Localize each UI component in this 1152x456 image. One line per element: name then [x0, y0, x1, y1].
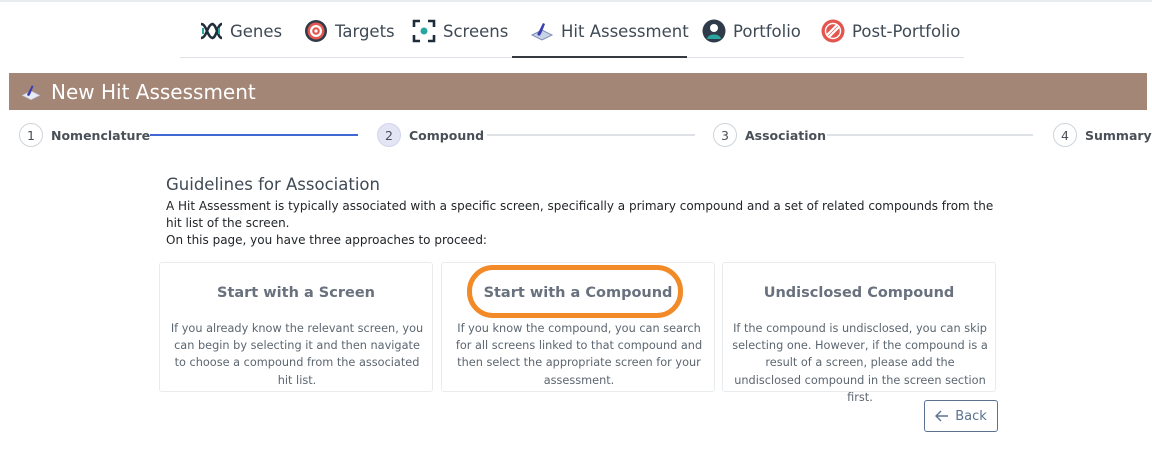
nav-label-targets: Targets: [335, 21, 395, 41]
step-association[interactable]: 3 Association: [713, 123, 826, 147]
nav-label-portfolio: Portfolio: [733, 21, 801, 41]
nav-label-screens: Screens: [443, 21, 509, 41]
step-label: Nomenclature: [51, 127, 151, 143]
card-undisclosed-compound[interactable]: Undisclosed Compound If the compound is …: [722, 262, 996, 404]
step-number: 1: [19, 123, 43, 147]
nav-item-portfolio[interactable]: Portfolio: [702, 14, 801, 48]
step-number: 4: [1053, 123, 1077, 147]
arrow-left-icon: [935, 410, 949, 422]
nav-label-post-portfolio: Post-Portfolio: [852, 21, 961, 41]
card-start-with-screen[interactable]: Start with a Screen If you already know …: [159, 262, 433, 392]
step-connector: [827, 134, 1033, 136]
guidelines-title: Guidelines for Association: [166, 175, 380, 194]
nav-label-genes: Genes: [230, 21, 283, 41]
card-description: If you know the compound, you can search…: [455, 322, 703, 387]
guidelines-text: A Hit Assessment is typically associated…: [166, 199, 994, 230]
target-icon: [305, 20, 327, 42]
nav-item-hit-assessment[interactable]: Hit Assessment: [530, 14, 689, 48]
nav-item-targets[interactable]: Targets: [304, 14, 395, 48]
portfolio-icon: [702, 19, 726, 43]
back-button-label: Back: [955, 408, 987, 424]
step-compound[interactable]: 2 Compound: [377, 123, 484, 147]
card-start-with-compound[interactable]: Start with a Compound If you know the co…: [441, 262, 715, 392]
step-nomenclature[interactable]: 1 Nomenclature: [19, 123, 150, 147]
step-label: Compound: [409, 127, 485, 143]
top-navigation: Genes Targets Screens Hit Assessment Por…: [0, 0, 1152, 58]
hit-assessment-icon: [530, 23, 554, 41]
guidelines-subtext: On this page, you have three approaches …: [166, 233, 487, 247]
dna-icon: [200, 22, 223, 40]
nav-item-post-portfolio[interactable]: Post-Portfolio: [821, 14, 960, 48]
hit-assessment-icon: [21, 84, 41, 100]
step-connector: [487, 134, 695, 136]
page-header: New Hit Assessment: [9, 73, 1147, 110]
back-button[interactable]: Back: [924, 400, 998, 432]
card-title: Start with a Screen: [217, 285, 375, 301]
nav-active-indicator: [512, 56, 687, 58]
step-label: Association: [745, 127, 827, 143]
step-label: Summary: [1085, 127, 1152, 143]
card-description: If the compound is undisclosed, you can …: [732, 322, 988, 404]
page-title: New Hit Assessment: [51, 79, 256, 104]
step-number: 3: [713, 123, 737, 147]
nav-item-screens[interactable]: Screens: [412, 14, 508, 48]
nav-label-hit-assessment: Hit Assessment: [561, 21, 689, 41]
screen-icon: [412, 19, 436, 43]
step-number: 2: [377, 123, 401, 147]
card-description: If you already know the relevant screen,…: [170, 322, 424, 387]
step-connector: [150, 134, 358, 136]
card-title: Start with a Compound: [483, 285, 673, 301]
card-title: Undisclosed Compound: [763, 285, 955, 301]
post-portfolio-icon: [821, 19, 845, 43]
step-summary[interactable]: 4 Summary: [1053, 123, 1152, 147]
nav-item-genes[interactable]: Genes: [199, 14, 282, 48]
